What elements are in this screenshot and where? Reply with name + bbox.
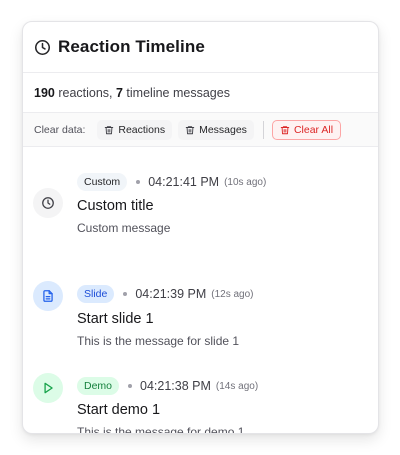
relative-time: (14s ago) <box>215 380 259 392</box>
clear-reactions-button[interactable]: Reactions <box>97 119 173 140</box>
timeline-title: Start demo 1 <box>77 402 161 418</box>
messages-count: 7 <box>116 85 123 100</box>
timeline-message: This is the message for demo 1 <box>77 425 245 434</box>
trash-icon <box>105 125 114 134</box>
type-badge: Custom <box>77 173 128 191</box>
separator-dot <box>136 180 141 184</box>
timeline-icon-badge <box>33 373 63 403</box>
play-icon <box>44 382 53 394</box>
separator-dot <box>128 384 133 388</box>
clear-all-label: Clear All <box>293 123 334 136</box>
timeline-meta: Demo 04:21:38 PM (14s ago) <box>77 377 258 395</box>
timestamp: 04:21:39 PM <box>135 287 207 301</box>
timeline-item: Slide 04:21:39 PM (12s ago) Start slide … <box>23 260 378 350</box>
clock-icon <box>42 197 54 209</box>
clear-data-label: Clear data: <box>34 123 86 136</box>
separator-dot <box>123 292 128 296</box>
timestamp: 04:21:38 PM <box>140 379 211 393</box>
relative-time: (12s ago) <box>211 288 254 300</box>
type-badge: Demo <box>77 377 120 395</box>
trash-icon <box>185 125 195 134</box>
timeline-meta: Custom 04:21:41 PM (10s ago) <box>77 173 266 191</box>
timeline-meta: Slide 04:21:39 PM (12s ago) <box>77 285 254 303</box>
timeline-icon-badge <box>33 281 63 311</box>
reactions-count: 190 <box>34 85 55 100</box>
timeline-title: Start slide 1 <box>77 311 154 327</box>
clear-all-button[interactable]: Clear All <box>271 119 342 140</box>
reaction-timeline-card: Reaction Timeline 190 reactions, 7 timel… <box>22 21 379 434</box>
trash-icon <box>280 125 290 134</box>
document-icon <box>43 290 53 302</box>
messages-label: timeline messages <box>122 85 230 100</box>
timeline-title: Custom title <box>77 198 154 214</box>
clear-messages-label: Messages <box>199 123 247 136</box>
page-title: Reaction Timeline <box>58 37 205 56</box>
timestamp: 04:21:41 PM <box>148 175 220 189</box>
clock-icon <box>34 39 51 55</box>
clear-data-bar: Clear data: Reactions Messages Clear All <box>23 113 378 147</box>
card-header: Reaction Timeline <box>23 22 378 73</box>
timeline-message: This is the message for slide 1 <box>77 334 240 348</box>
clear-messages-button[interactable]: Messages <box>178 119 254 140</box>
timeline-item: Demo 04:21:38 PM (14s ago) Start demo 1 … <box>23 352 378 434</box>
stats-summary: 190 reactions, 7 timeline messages <box>23 73 378 113</box>
type-badge: Slide <box>77 285 115 303</box>
clear-reactions-label: Reactions <box>118 123 166 136</box>
toolbar-divider <box>262 120 264 139</box>
timeline-item: Custom 04:21:41 PM (10s ago) Custom titl… <box>23 168 378 258</box>
relative-time: (10s ago) <box>224 176 267 188</box>
timeline-message: Custom message <box>77 221 171 235</box>
timeline-icon-badge <box>33 188 63 218</box>
reactions-label: reactions, <box>54 85 116 100</box>
